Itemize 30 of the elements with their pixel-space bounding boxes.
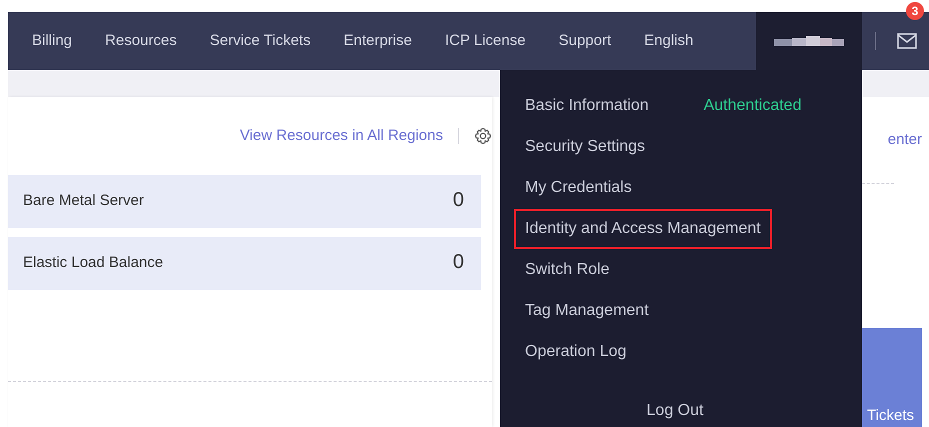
menu-item[interactable]: Switch Role: [514, 250, 620, 290]
resource-row[interactable]: Elastic Load Balance 0: [8, 237, 481, 290]
view-resources-link[interactable]: View Resources in All Regions: [240, 124, 443, 148]
settings-icon[interactable]: [474, 127, 492, 145]
log-out-link[interactable]: Log Out: [646, 399, 704, 423]
nav-link[interactable]: Support: [558, 30, 612, 52]
resource-name: Elastic Load Balance: [23, 253, 164, 274]
nav-link[interactable]: English: [644, 30, 694, 52]
menu-item[interactable]: Operation Log: [514, 332, 638, 372]
resource-row[interactable]: Bare Metal Server 0: [8, 175, 481, 228]
resource-count: 0: [452, 188, 464, 212]
nav-link[interactable]: Enterprise: [344, 30, 412, 52]
menu-item[interactable]: Tag Management: [514, 291, 660, 331]
resource-count: 0: [452, 250, 464, 274]
menu-item[interactable]: Security Settings: [514, 127, 656, 167]
menu-item[interactable]: My Credentials: [514, 168, 643, 208]
nav-link[interactable]: Resources: [105, 30, 177, 52]
unread-count-badge: 3: [906, 2, 924, 20]
nav-link[interactable]: ICP License: [444, 30, 526, 52]
mail-icon[interactable]: [897, 33, 917, 49]
resource-name: Bare Metal Server: [23, 191, 144, 212]
menu-item[interactable]: Identity and Access Management: [514, 209, 772, 249]
tickets-tile[interactable]: Tickets: [862, 328, 922, 427]
side-card-link[interactable]: enter: [888, 128, 922, 152]
menu-item[interactable]: Basic Information: [514, 86, 660, 126]
verification-status: Authenticated: [704, 96, 802, 116]
nav-link[interactable]: Service Tickets: [210, 30, 311, 52]
tile-label: Tickets: [867, 406, 915, 426]
account-menu-trigger[interactable]: [756, 12, 862, 70]
nav-link[interactable]: Billing: [32, 30, 72, 52]
